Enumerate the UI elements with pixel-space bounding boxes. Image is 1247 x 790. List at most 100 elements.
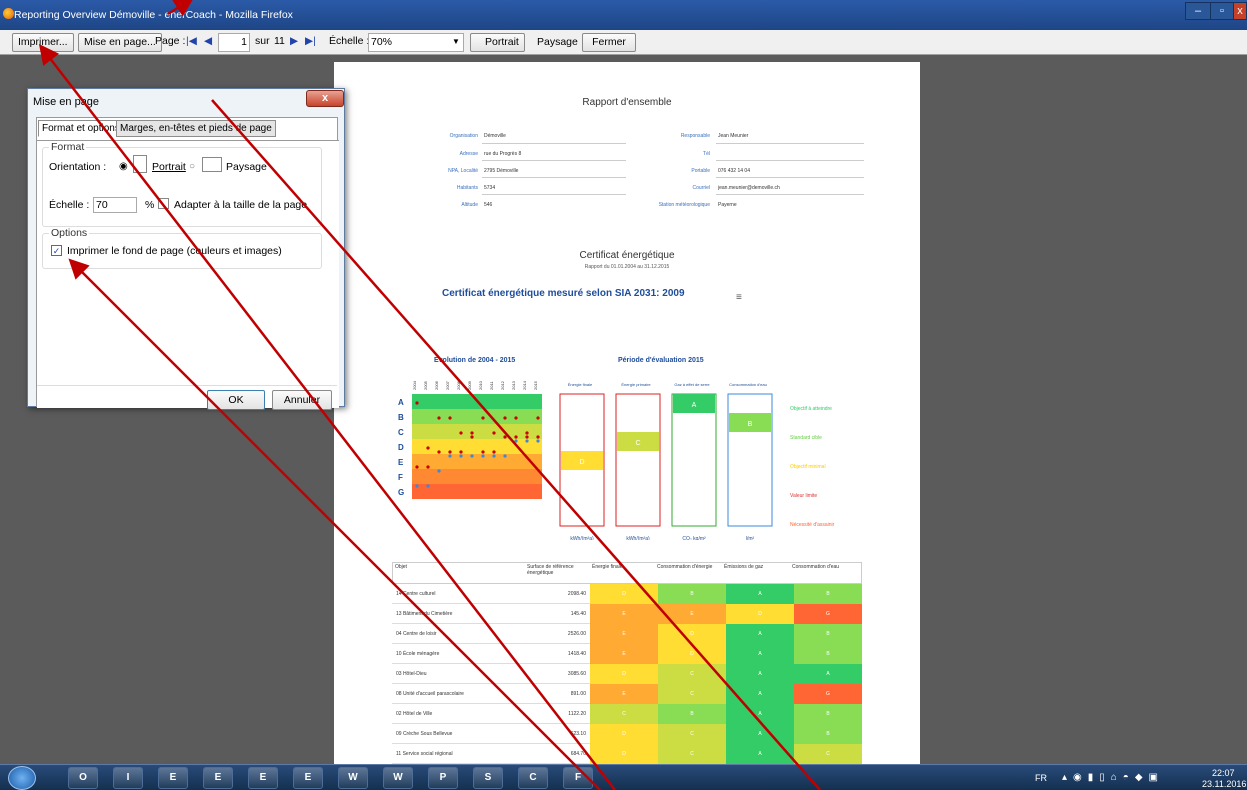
unit-label: kWh/(m²a) [570, 536, 594, 540]
clock-time[interactable]: 22:07 [1212, 768, 1235, 778]
rating-cell: A [726, 724, 794, 744]
minimize-button[interactable]: – [1185, 2, 1211, 20]
data-point [503, 416, 507, 420]
rating-cell: A [726, 584, 794, 604]
data-point [536, 416, 540, 420]
print-bg-checkbox[interactable]: ✓ [51, 245, 62, 256]
row-name: 13 Bâtiment du Cimetière [396, 611, 453, 617]
taskbar-app-paint[interactable]: P [428, 767, 458, 789]
landscape-label[interactable]: Paysage [226, 161, 267, 173]
taskbar-app-chrome[interactable]: C [518, 767, 548, 789]
unit-label: kWh/(m²a) [626, 536, 650, 540]
class-letter: B [398, 413, 404, 422]
period-title: Période d'évaluation 2015 [618, 357, 704, 364]
station-value: Payerne [718, 202, 737, 208]
rating-cell: G [794, 684, 862, 704]
taskbar-app-ie[interactable]: I [113, 767, 143, 789]
taskbar-app-excel[interactable]: E [158, 767, 188, 789]
ok-button[interactable]: OK [207, 390, 265, 410]
taskbar-app-excel[interactable]: E [203, 767, 233, 789]
fit-checkbox[interactable] [158, 198, 169, 209]
year-label: 2006 [434, 380, 439, 390]
first-page-icon[interactable]: |◀ [186, 33, 197, 52]
hab-label: Habitants [456, 185, 478, 191]
data-point [503, 435, 507, 439]
portrait-radio[interactable]: ◉ [119, 161, 128, 172]
rating-cell: C [658, 664, 726, 684]
resp-value: Jean Meunier [718, 133, 749, 139]
portrait-label[interactable]: Portrait [152, 161, 186, 173]
taskbar-app-word[interactable]: W [338, 767, 368, 789]
data-point [448, 454, 452, 458]
next-page-icon[interactable]: ▶ [290, 33, 298, 52]
taskbar-app-skype[interactable]: S [473, 767, 503, 789]
cert-title: Certificat énergétique [579, 250, 675, 261]
year-label: 2011 [489, 381, 494, 390]
dialog-title: Mise en page [33, 96, 100, 108]
close-window-button[interactable]: x [1233, 2, 1247, 20]
percent-label: % [145, 199, 155, 211]
landscape-button[interactable]: Paysage [522, 33, 579, 52]
rating-cell: C [658, 684, 726, 704]
scale-label: Échelle : [329, 35, 370, 47]
fit-label[interactable]: Adapter à la taille de la page [174, 199, 307, 211]
taskbar-app-outlook[interactable]: O [68, 767, 98, 789]
prev-page-icon[interactable]: ◀ [204, 33, 212, 52]
tray-icons[interactable]: ▴◉▮▯⌂◓◆▣ [1062, 772, 1164, 783]
print-button[interactable]: Imprimer... [12, 33, 74, 52]
year-label: 2009 [467, 380, 472, 390]
column-mark-label: B [748, 421, 753, 428]
start-button[interactable] [8, 766, 36, 790]
data-point [481, 454, 485, 458]
maximize-button[interactable]: ▫ [1210, 2, 1234, 20]
format-heading: Format [49, 141, 87, 153]
station-label: Station météorologique [658, 202, 710, 208]
table-row: 14 Centre culturel 2098.40 D B A B [392, 584, 862, 604]
print-bg-label[interactable]: Imprimer le fond de page (couleurs et im… [67, 245, 282, 257]
taskbar-app-excel[interactable]: E [293, 767, 323, 789]
taskbar: OIEEEEWWPSCF FR ▴◉▮▯⌂◓◆▣ 22:07 23.11.201… [0, 764, 1247, 790]
landscape-radio[interactable]: ○ [189, 161, 195, 172]
scale-input[interactable]: 70 [93, 197, 137, 213]
tab-margins-headers[interactable]: Marges, en-têtes et pieds de page [116, 120, 276, 137]
rating-cell: D [658, 644, 726, 664]
column-mark-label: A [692, 402, 697, 409]
taskbar-app-excel[interactable]: E [248, 767, 278, 789]
scale-select[interactable]: 70% [368, 33, 464, 52]
of-label: sur [255, 35, 270, 47]
language-indicator[interactable]: FR [1035, 773, 1047, 783]
year-label: 2015 [533, 380, 538, 390]
column-head: Gaz à effet de serre [674, 382, 710, 387]
clock-date[interactable]: 23.11.2016 [1202, 779, 1246, 789]
portable-value: 076 432 14 04 [718, 168, 750, 174]
dialog-close-button[interactable]: x [306, 90, 344, 107]
page-setup-dialog: Mise en page x Format et options Marges,… [27, 88, 345, 410]
last-page-icon[interactable]: ▶| [305, 33, 316, 52]
chevron-down-icon[interactable]: ▼ [452, 33, 460, 52]
rating-cell: A [726, 644, 794, 664]
page-number-input[interactable]: 1 [218, 33, 250, 52]
close-preview-button[interactable]: Fermer [582, 33, 636, 52]
org-value: Démoville [484, 133, 506, 139]
unit-label: CO₂ kg/m² [682, 536, 706, 540]
year-label: 2008 [456, 380, 461, 390]
menu-icon[interactable]: ≡ [736, 292, 742, 303]
threshold-label: Objectif minimal [790, 464, 826, 470]
portrait-button[interactable]: Portrait [470, 33, 525, 52]
portrait-page-icon [133, 155, 147, 173]
unit-label: l/m² [746, 536, 755, 540]
report-title: Rapport d'ensemble [582, 97, 672, 108]
class-band [412, 394, 542, 409]
threshold-label: Valeur limite [790, 493, 817, 499]
data-point [492, 450, 496, 454]
tab-format-options[interactable]: Format et options [38, 120, 124, 137]
data-point [470, 431, 474, 435]
taskbar-app-firefox[interactable]: F [563, 767, 593, 789]
page-setup-button[interactable]: Mise en page... [78, 33, 162, 52]
year-label: 2012 [500, 380, 505, 390]
class-band [412, 469, 542, 484]
taskbar-app-word[interactable]: W [383, 767, 413, 789]
table-head: Énergie finale [592, 564, 623, 570]
alt-label: Altitude [461, 202, 478, 208]
cancel-button[interactable]: Annuler [272, 390, 332, 410]
